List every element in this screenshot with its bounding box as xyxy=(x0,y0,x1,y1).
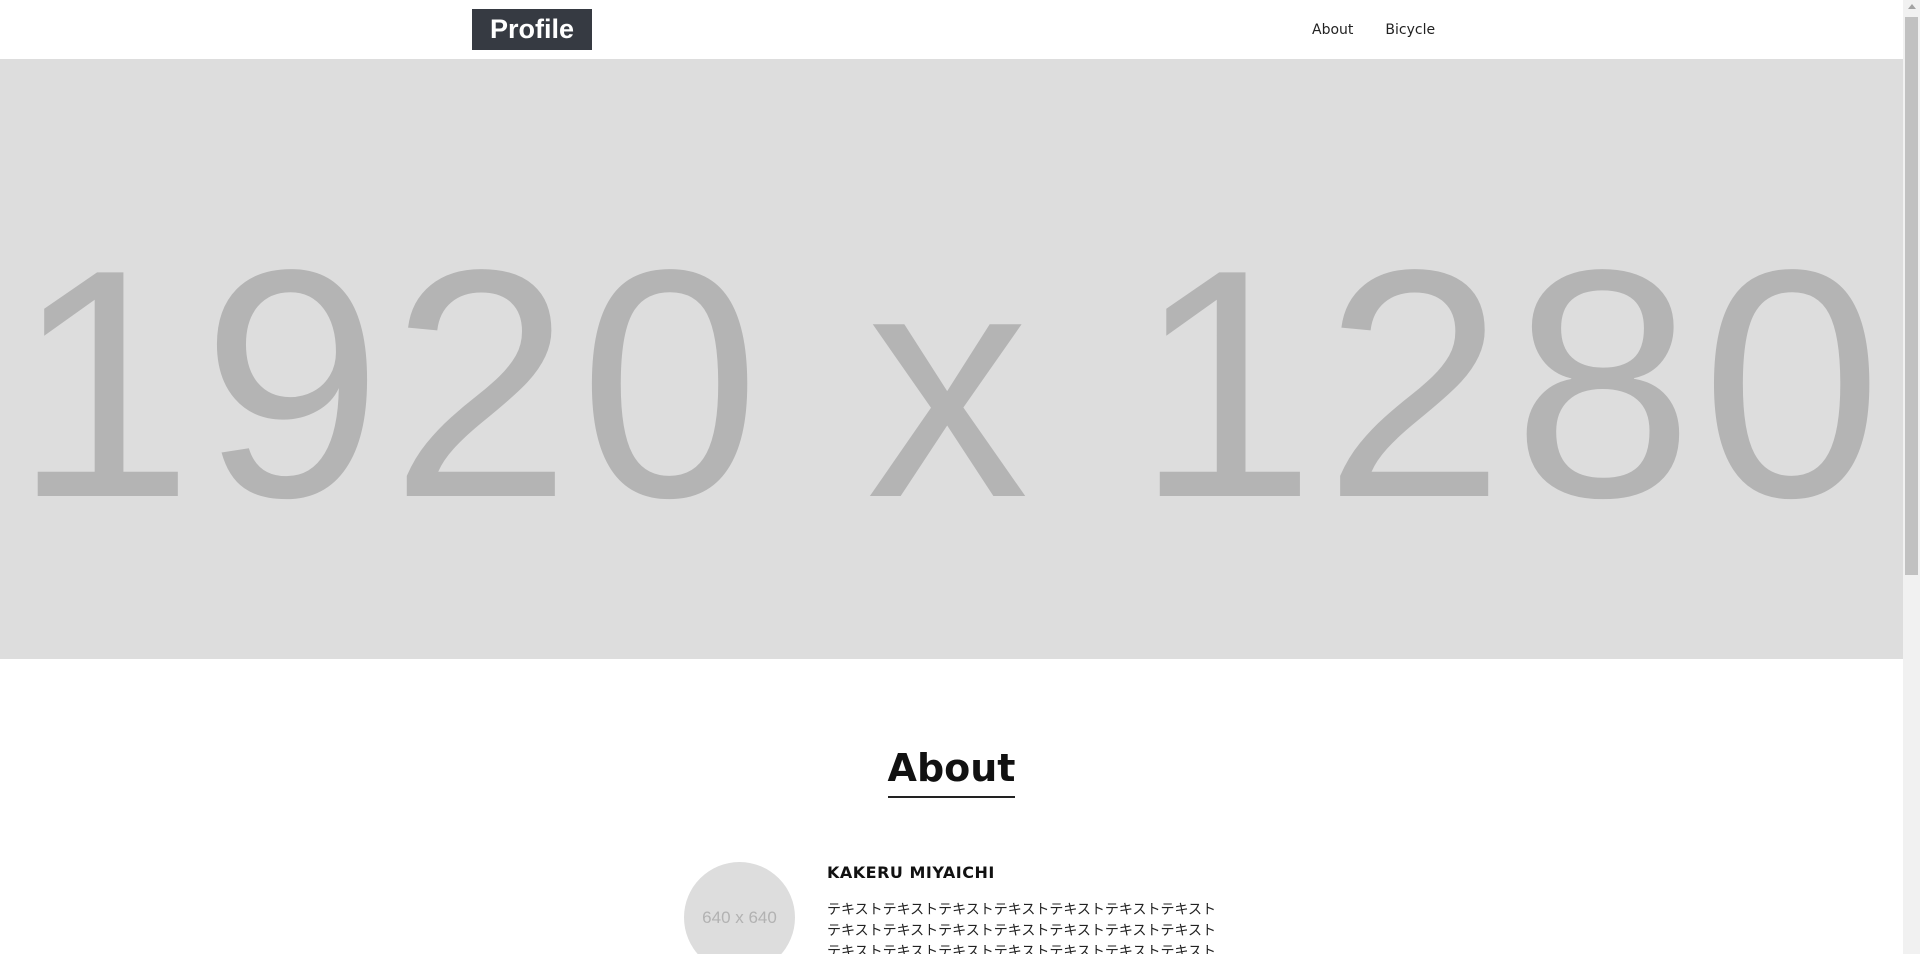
about-heading: About xyxy=(887,744,1016,798)
hero-image-placeholder: 1920 x 1280 xyxy=(0,59,1903,659)
scrollbar-thumb[interactable] xyxy=(1905,17,1918,575)
scroll-up-arrow-icon[interactable] xyxy=(1908,4,1916,9)
main-nav: About Bicycle xyxy=(1300,0,1435,59)
avatar: 640 x 640 xyxy=(684,862,795,954)
profile-name: KAKERU MIYAICHI xyxy=(827,863,995,882)
vertical-scrollbar[interactable] xyxy=(1903,0,1920,954)
site-header: Profile About Bicycle xyxy=(0,0,1903,59)
nav-link-about[interactable]: About xyxy=(1312,22,1353,38)
nav-link-bicycle[interactable]: Bicycle xyxy=(1385,22,1435,38)
logo-link[interactable]: Profile xyxy=(472,9,592,50)
page: Profile About Bicycle 1920 x 1280 About … xyxy=(0,0,1920,954)
avatar-placeholder-text: 640 x 640 xyxy=(702,907,777,927)
hero-placeholder-text: 1920 x 1280 xyxy=(12,202,1891,565)
about-heading-wrapper: About xyxy=(0,744,1903,798)
profile-description: テキストテキストテキストテキストテキストテキストテキストテキストテキストテキスト… xyxy=(827,902,1217,954)
